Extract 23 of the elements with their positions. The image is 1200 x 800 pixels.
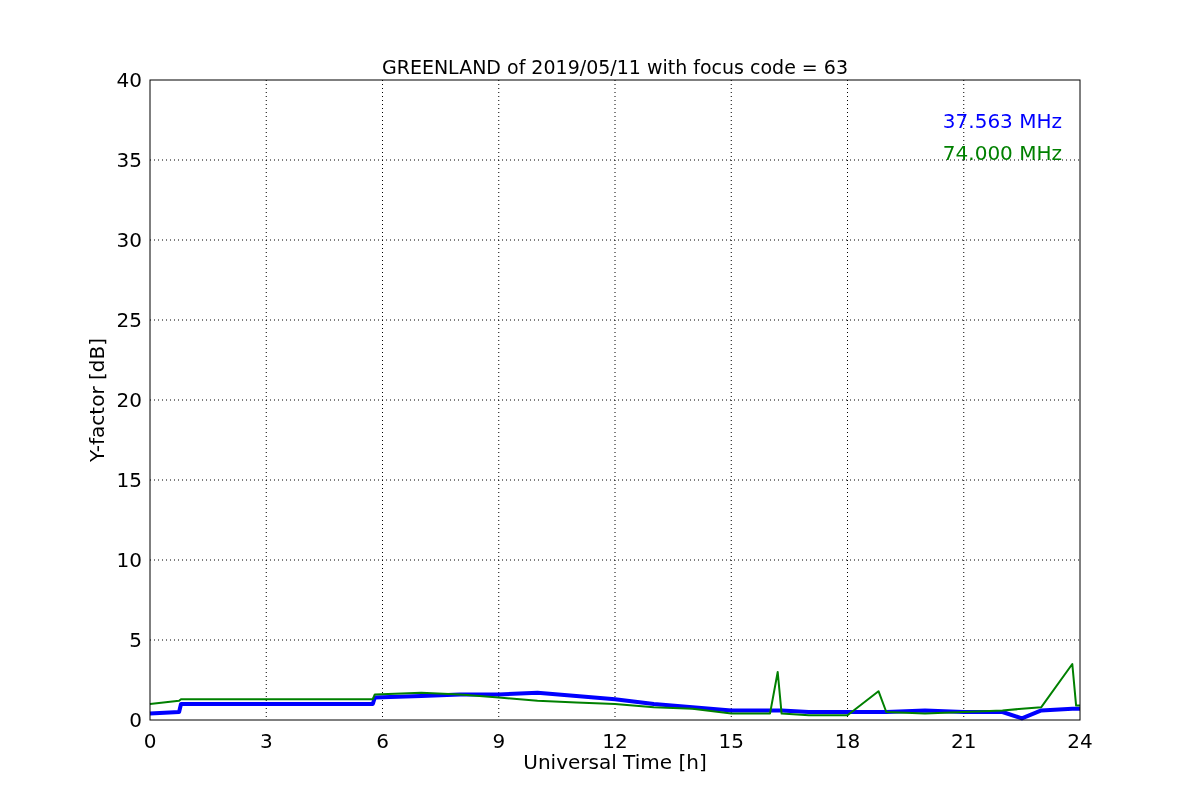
y-tick-label: 5 [129, 628, 142, 652]
x-tick-label: 0 [143, 729, 157, 753]
y-tick-label: 20 [116, 388, 142, 412]
chart-title: GREENLAND of 2019/05/11 with focus code = 63 [382, 56, 848, 78]
x-tick-label: 12 [602, 729, 628, 753]
x-axis-label: Universal Time [h] [523, 750, 707, 774]
x-tick-label: 18 [834, 729, 861, 753]
y-tick-label: 25 [116, 308, 142, 332]
y-tick-label: 30 [116, 228, 142, 252]
y-tick-label: 35 [116, 148, 142, 172]
y-tick-label: 40 [116, 68, 142, 92]
y-axis-label: Y-factor [dB] [85, 338, 109, 462]
legend-label: 37.563 MHz [942, 109, 1062, 133]
x-tick-label: 21 [951, 729, 977, 753]
x-tick-label: 9 [492, 729, 506, 753]
x-tick-label: 3 [259, 729, 273, 753]
x-tick-label: 6 [376, 729, 389, 753]
x-tick-label: 15 [718, 729, 744, 753]
y-tick-label: 0 [129, 708, 142, 732]
y-tick-label: 10 [116, 548, 142, 572]
legend-label: 74.000 MHz [942, 141, 1062, 165]
x-tick-label: 24 [1067, 729, 1093, 753]
y-tick-label: 15 [116, 468, 142, 492]
